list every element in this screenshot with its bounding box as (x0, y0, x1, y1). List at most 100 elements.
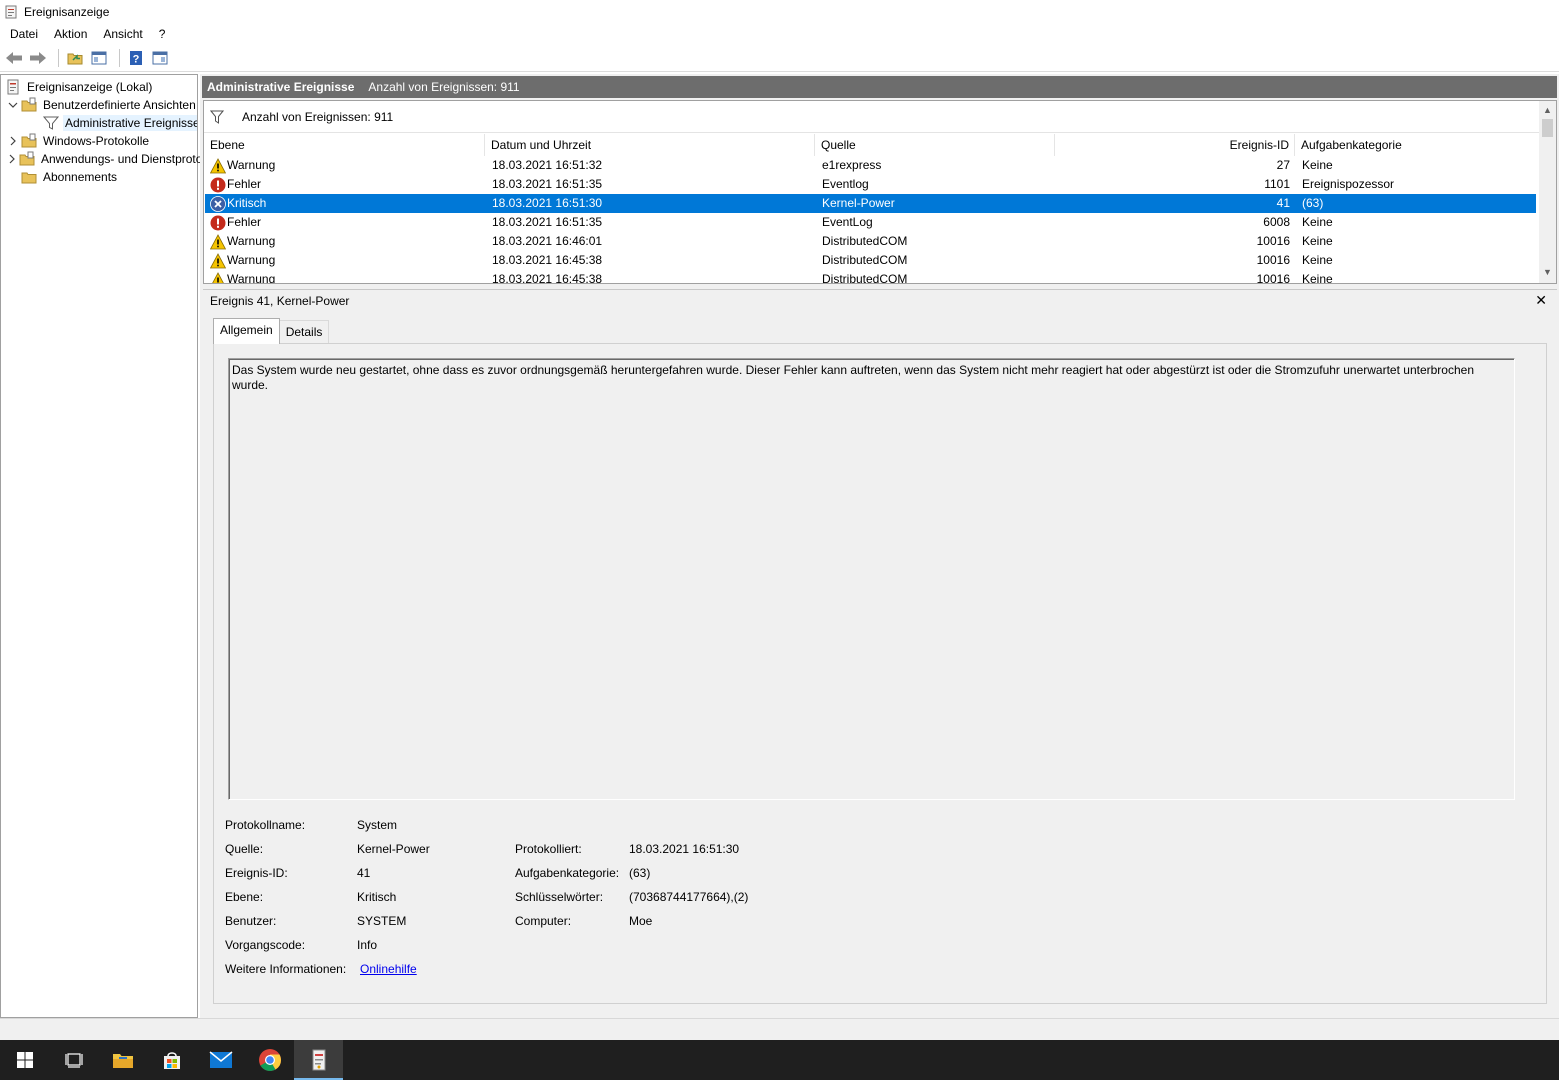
cell-level: Warnung (227, 234, 276, 248)
cell-level: Fehler (227, 177, 262, 191)
warning-icon (209, 158, 227, 174)
event-list-vertical-scrollbar[interactable]: ▲ ▼ (1539, 101, 1556, 283)
online-help-link[interactable]: Onlinehilfe (360, 962, 417, 976)
table-row[interactable]: Fehler 18.03.2021 16:51:35 Eventlog 1101 Ere… (205, 175, 1536, 194)
warning-icon (210, 272, 226, 283)
cell-datetime: 18.03.2021 16:45:38 (492, 272, 603, 283)
event-viewer-icon (5, 5, 17, 19)
table-row[interactable]: Warnung 18.03.2021 16:51:32 e1rexpress 27 Ke… (205, 156, 1536, 175)
cell-source: DistributedCOM (822, 272, 908, 283)
menu-datei[interactable]: Datei (2, 24, 46, 44)
tree-item-administrative-events[interactable]: Administrative Ereignisse (43, 114, 197, 132)
tab-allgemein[interactable]: Allgemein (213, 318, 280, 344)
label-level: Ebene: (225, 890, 264, 904)
scrollbar-thumb[interactable] (1542, 119, 1553, 137)
cell-level: Warnung (227, 253, 276, 267)
mail-icon[interactable] (196, 1040, 245, 1080)
cell-event-id: 27 (1276, 158, 1290, 172)
tree-item-windows-logs[interactable]: Windows-Protokolle (7, 132, 203, 150)
label-opcode: Vorgangscode: (225, 938, 306, 952)
task-view-icon[interactable] (49, 1040, 98, 1080)
chevron-down-icon[interactable] (7, 99, 19, 111)
column-task-category[interactable]: Aufgabenkategorie (1295, 134, 1538, 156)
scroll-up-icon[interactable]: ▲ (1541, 105, 1554, 117)
label-user: Benutzer: (225, 914, 277, 928)
table-row[interactable]: Warnung 18.03.2021 16:46:01 DistributedCOM… (205, 232, 1536, 251)
filter-icon (43, 116, 59, 130)
event-description[interactable]: Das System wurde neu gestartet, ohne das… (228, 358, 1515, 800)
table-row[interactable]: Fehler 18.03.2021 16:51:35 EventLog 6008 Kei… (205, 213, 1536, 232)
cell-event-id: 41 (1276, 196, 1290, 210)
cell-event-id: 10016 (1256, 234, 1290, 248)
chevron-right-icon[interactable] (7, 135, 19, 147)
taskbar (0, 1040, 1559, 1080)
tree-label: Abonnements (43, 170, 118, 184)
folder-icon (21, 172, 37, 184)
tree-item-app-service-logs[interactable]: Anwendungs- und Dienstprotokolle (7, 150, 203, 168)
file-explorer-icon[interactable] (98, 1040, 147, 1080)
event-viewer-icon[interactable] (294, 1040, 343, 1080)
chrome-icon[interactable] (245, 1040, 294, 1080)
cell-datetime: 18.03.2021 16:51:35 (492, 215, 603, 229)
store-icon[interactable] (147, 1040, 196, 1080)
cell-task-category: Keine (1302, 215, 1333, 229)
menu-aktion[interactable]: Aktion (46, 24, 95, 44)
title-bar: Ereignisanzeige (0, 0, 1559, 24)
cell-datetime: 18.03.2021 16:51:30 (492, 196, 603, 210)
scroll-down-icon[interactable]: ▼ (1541, 267, 1554, 279)
cell-level: Kritisch (227, 196, 267, 210)
column-source[interactable]: Quelle (815, 134, 1055, 156)
error-icon (210, 215, 226, 231)
cell-event-id: 6008 (1263, 215, 1290, 229)
tree-label: Windows-Protokolle (43, 134, 150, 148)
back-arrow-icon[interactable] (4, 48, 24, 68)
cell-event-id: 10016 (1256, 272, 1290, 283)
detail-title: Ereignis 41, Kernel-Power (210, 294, 350, 308)
critical-icon (210, 196, 226, 212)
svg-text:?: ? (133, 53, 140, 65)
close-icon[interactable]: ✕ (1535, 292, 1547, 309)
menu-ansicht[interactable]: Ansicht (95, 24, 150, 44)
column-event-id[interactable]: Ereignis-ID (1055, 134, 1295, 156)
cell-datetime: 18.03.2021 16:46:01 (492, 234, 603, 248)
cell-task-category: Keine (1302, 253, 1333, 267)
cell-source: DistributedCOM (822, 253, 908, 267)
menu-help[interactable]: ? (151, 24, 174, 44)
show-hide-console-tree-icon[interactable] (89, 48, 109, 68)
show-hide-action-pane-icon[interactable] (150, 48, 170, 68)
table-row[interactable]: Warnung 18.03.2021 16:45:38 DistributedCOM… (205, 251, 1536, 270)
open-folder-icon[interactable] (65, 48, 85, 68)
folder-icon (21, 97, 37, 112)
warning-icon (209, 234, 227, 250)
windows-start-icon[interactable] (0, 1040, 49, 1080)
warning-icon (209, 253, 227, 269)
column-datetime[interactable]: Datum und Uhrzeit (485, 134, 815, 156)
view-header: Administrative Ereignisse Anzahl von Ere… (202, 76, 1557, 98)
table-row[interactable]: Warnung 18.03.2021 16:45:38 DistributedCOM… (205, 270, 1536, 283)
view-title: Administrative Ereignisse (207, 80, 355, 94)
cell-source: Kernel-Power (822, 196, 895, 210)
chevron-right-icon[interactable] (7, 153, 17, 165)
tree-item-custom-views[interactable]: Benutzerdefinierte Ansichten (7, 96, 203, 114)
help-icon[interactable]: ? (126, 48, 146, 68)
cell-level: Warnung (227, 158, 276, 172)
label-log-name: Protokollname: (225, 818, 306, 832)
value-log-name: System (357, 818, 398, 832)
column-level[interactable]: Ebene (204, 134, 485, 156)
filter-icon (210, 110, 224, 124)
cell-source: Eventlog (822, 177, 869, 191)
menu-bar: Datei Aktion Ansicht ? (0, 24, 1559, 44)
status-bar (0, 1018, 1559, 1040)
tree-item-subscriptions[interactable]: Abonnements (21, 168, 217, 186)
cell-datetime: 18.03.2021 16:51:32 (492, 158, 603, 172)
value-task-category: (63) (629, 866, 651, 880)
detail-tabs: Allgemein Details (213, 318, 330, 344)
tree-item-event-viewer-local[interactable]: Ereignisanzeige (Lokal) (5, 78, 201, 96)
cell-source: e1rexpress (822, 158, 882, 172)
view-event-count: Anzahl von Ereignissen: 911 (368, 80, 520, 94)
error-icon (210, 177, 226, 193)
forward-arrow-icon[interactable] (28, 48, 48, 68)
tab-details[interactable]: Details (278, 320, 330, 344)
cell-task-category: (63) (1302, 196, 1324, 210)
table-row[interactable]: Kritisch 18.03.2021 16:51:30 Kernel-Power 4… (205, 194, 1536, 213)
